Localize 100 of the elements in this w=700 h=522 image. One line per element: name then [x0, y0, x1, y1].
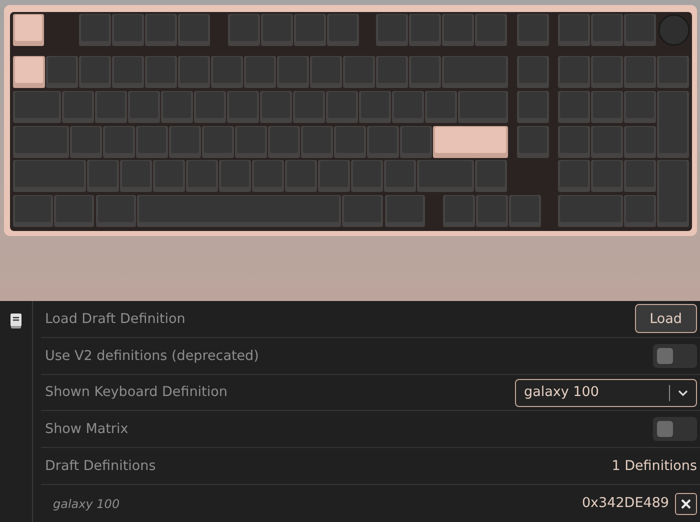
- key[interactable]: [343, 56, 375, 88]
- key[interactable]: [376, 56, 408, 88]
- key[interactable]: [54, 195, 94, 227]
- key[interactable]: [657, 160, 689, 227]
- key[interactable]: [293, 91, 325, 123]
- key[interactable]: [517, 91, 549, 123]
- book-icon[interactable]: [10, 313, 22, 329]
- key[interactable]: [476, 195, 508, 227]
- key[interactable]: [409, 14, 441, 46]
- key[interactable]: [517, 14, 549, 46]
- key[interactable]: [70, 126, 102, 158]
- key[interactable]: [261, 14, 293, 46]
- key[interactable]: [153, 160, 185, 192]
- toggle-switch[interactable]: [653, 344, 697, 368]
- key[interactable]: [103, 126, 135, 158]
- key[interactable]: [277, 56, 309, 88]
- key[interactable]: [591, 160, 623, 192]
- key[interactable]: [13, 160, 86, 192]
- close-button[interactable]: [675, 492, 697, 515]
- key[interactable]: [367, 126, 399, 158]
- key[interactable]: [624, 56, 656, 88]
- key[interactable]: [558, 195, 623, 227]
- key[interactable]: [137, 195, 341, 227]
- key[interactable]: [318, 160, 350, 192]
- key[interactable]: [558, 91, 590, 123]
- key[interactable]: [252, 160, 284, 192]
- key[interactable]: [591, 14, 623, 46]
- key[interactable]: [351, 160, 383, 192]
- key[interactable]: [178, 14, 210, 46]
- definition-select[interactable]: galaxy 100: [515, 378, 697, 407]
- key[interactable]: [591, 126, 623, 158]
- key[interactable]: [87, 160, 119, 192]
- key[interactable]: [211, 56, 243, 88]
- key[interactable]: [342, 195, 383, 227]
- key[interactable]: [458, 91, 508, 123]
- key[interactable]: [433, 126, 508, 158]
- key[interactable]: [219, 160, 251, 192]
- key[interactable]: [657, 91, 689, 158]
- key[interactable]: [285, 160, 317, 192]
- key[interactable]: [376, 14, 408, 46]
- key[interactable]: [178, 56, 210, 88]
- key[interactable]: [409, 56, 441, 88]
- key[interactable]: [624, 160, 656, 192]
- key[interactable]: [294, 14, 326, 46]
- key[interactable]: [310, 56, 342, 88]
- key[interactable]: [425, 91, 457, 123]
- key[interactable]: [624, 91, 656, 123]
- key[interactable]: [327, 14, 359, 46]
- key[interactable]: [385, 195, 425, 227]
- key[interactable]: [145, 14, 177, 46]
- key[interactable]: [128, 91, 160, 123]
- key[interactable]: [145, 56, 177, 88]
- key[interactable]: [359, 91, 391, 123]
- key[interactable]: [260, 91, 292, 123]
- load-button[interactable]: Load: [634, 304, 697, 334]
- knob[interactable]: [658, 14, 690, 46]
- key[interactable]: [624, 126, 656, 158]
- key[interactable]: [46, 56, 78, 88]
- key[interactable]: [517, 126, 549, 158]
- key[interactable]: [301, 126, 333, 158]
- key[interactable]: [186, 160, 218, 192]
- key[interactable]: [13, 126, 69, 158]
- key[interactable]: [624, 195, 656, 227]
- key[interactable]: [475, 160, 507, 192]
- key[interactable]: [624, 14, 656, 46]
- key[interactable]: [268, 126, 300, 158]
- key[interactable]: [62, 91, 94, 123]
- key[interactable]: [79, 14, 111, 46]
- key[interactable]: [442, 14, 474, 46]
- key[interactable]: [96, 195, 136, 227]
- key[interactable]: [136, 126, 168, 158]
- key[interactable]: [13, 195, 53, 227]
- key[interactable]: [13, 56, 45, 88]
- key[interactable]: [517, 56, 549, 88]
- key[interactable]: [235, 126, 267, 158]
- key[interactable]: [384, 160, 416, 192]
- key[interactable]: [194, 91, 226, 123]
- key[interactable]: [443, 195, 475, 227]
- key[interactable]: [591, 56, 623, 88]
- key[interactable]: [334, 126, 366, 158]
- key[interactable]: [13, 14, 44, 46]
- key[interactable]: [591, 91, 623, 123]
- key[interactable]: [13, 91, 61, 123]
- toggle-switch[interactable]: [653, 417, 697, 442]
- key[interactable]: [95, 91, 127, 123]
- key[interactable]: [558, 56, 590, 88]
- key[interactable]: [228, 14, 260, 46]
- key[interactable]: [202, 126, 234, 158]
- key[interactable]: [120, 160, 152, 192]
- key[interactable]: [509, 195, 541, 227]
- key[interactable]: [657, 56, 689, 88]
- key[interactable]: [79, 56, 111, 88]
- key[interactable]: [244, 56, 276, 88]
- key[interactable]: [558, 14, 590, 46]
- key[interactable]: [558, 160, 590, 192]
- key[interactable]: [400, 126, 432, 158]
- key[interactable]: [442, 56, 508, 88]
- key[interactable]: [326, 91, 358, 123]
- key[interactable]: [392, 91, 424, 123]
- key[interactable]: [112, 56, 144, 88]
